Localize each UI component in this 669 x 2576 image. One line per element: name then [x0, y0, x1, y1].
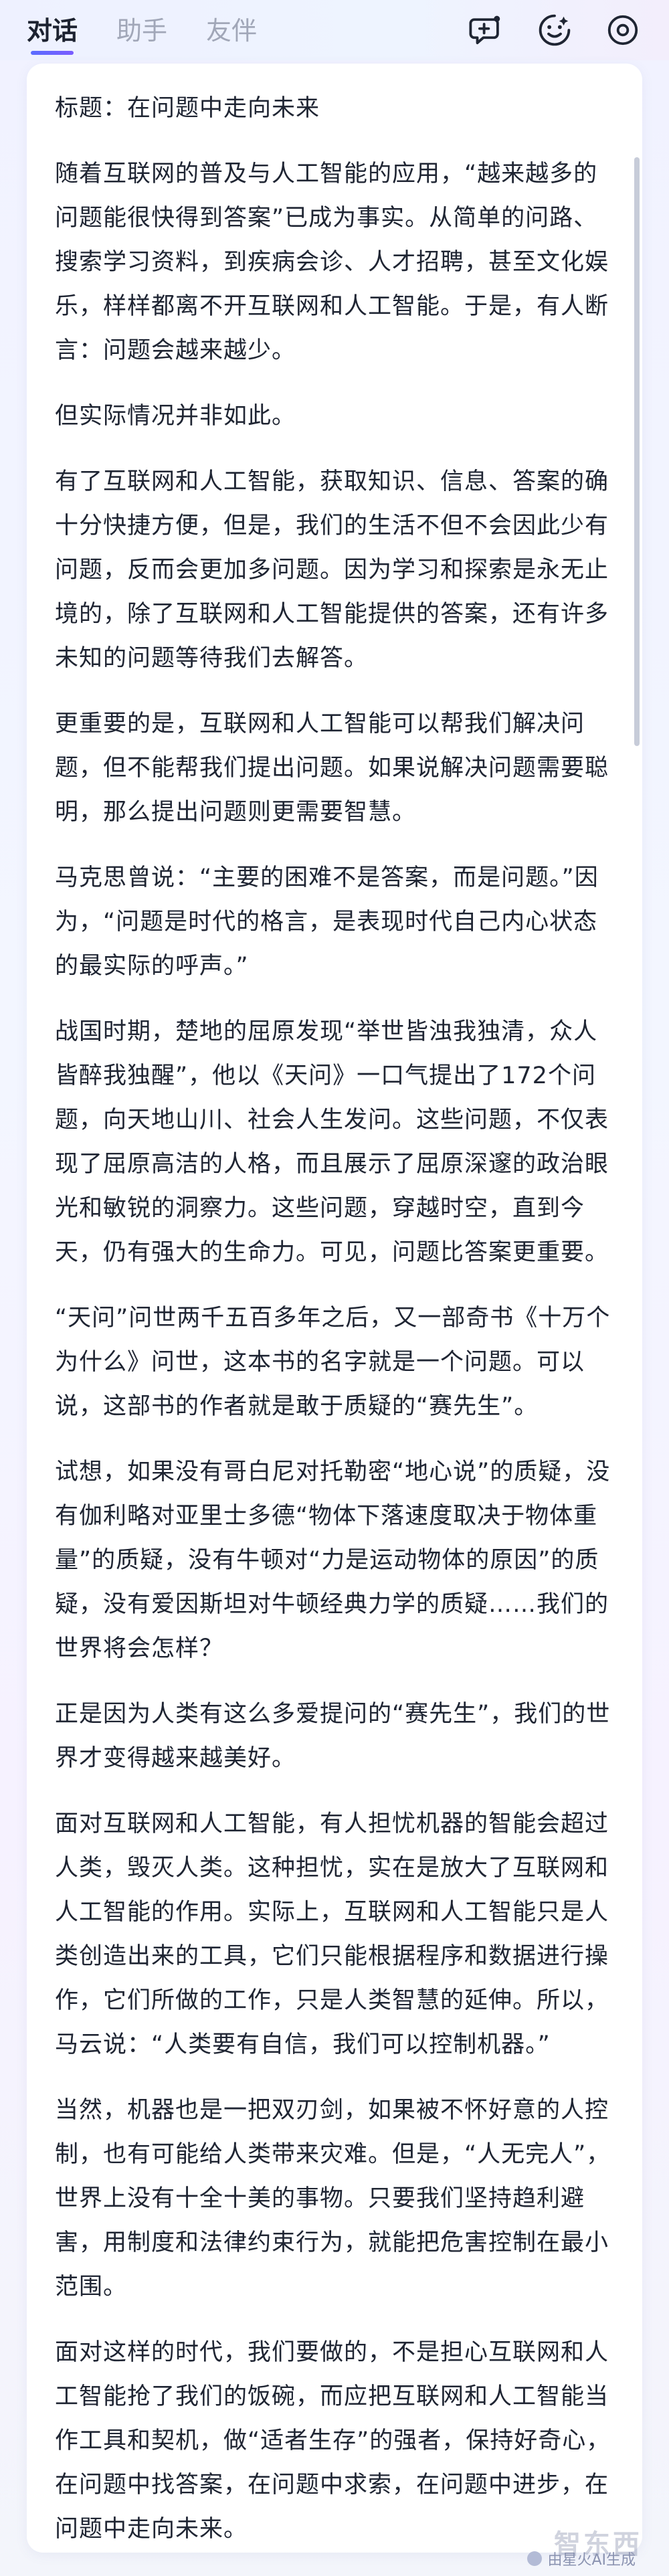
- paragraph: 有了互联网和人工智能，获取知识、信息、答案的确十分快捷方便，但是，我们的生活不但…: [55, 468, 609, 672]
- paragraph: 马克思曾说：“主要的困难不是答案，而是问题。”因为，“问题是时代的格言，是表现时…: [55, 864, 599, 980]
- tab-companion[interactable]: 友伴: [206, 10, 257, 51]
- article-title: 标题：在问题中走向未来: [55, 95, 320, 122]
- paragraph: 但实际情况并非如此。: [55, 403, 296, 430]
- article-content: 标题：在问题中走向未来 随着互联网的普及与人工智能的应用，“越来越多的问题能很快…: [27, 64, 642, 2551]
- paragraph: 正是因为人类有这么多爱提问的“赛先生”，我们的世界才变得越来越美好。: [55, 1701, 611, 1772]
- paragraph: “天问”问世两千五百多年之后，又一部奇书《十万个为什么》问世，这本书的名字就是一…: [55, 1305, 611, 1420]
- tab-assistant[interactable]: 助手: [116, 10, 167, 51]
- assistant-face-icon: [539, 14, 571, 46]
- paragraph: 面对互联网和人工智能，有人担忧机器的智能会超过人类，毁灭人类。这种担忧，实在是放…: [55, 1811, 609, 2058]
- header-actions: [438, 11, 642, 50]
- ai-credit: 由星火AI生成: [527, 2548, 636, 2569]
- tab-group: 对话 助手 友伴: [27, 10, 296, 55]
- tab-chat[interactable]: 对话: [27, 10, 78, 55]
- paragraph: 更重要的是，互联网和人工智能可以帮我们解决问题，但不能帮我们提出问题。如果说解决…: [55, 711, 609, 826]
- assistant-face-button[interactable]: [535, 11, 574, 50]
- paragraph: 面对这样的时代，我们要做的，不是担心互联网和人工智能抢了我们的饭碗，而应把互联网…: [55, 2339, 611, 2543]
- scrollbar[interactable]: [634, 157, 640, 746]
- paragraph: 试想，如果没有哥白尼对托勒密“地心说”的质疑，没有伽利略对亚里士多德“物体下落速…: [55, 1459, 611, 1662]
- paragraph: 随着互联网的普及与人工智能的应用，“越来越多的问题能很快得到答案”已成为事实。从…: [55, 161, 609, 364]
- paragraph: 战国时期，楚地的屈原发现“举世皆浊我独清，众人皆醉我独醒”，他以《天问》一口气提…: [55, 1018, 609, 1266]
- response-card: 标题：在问题中走向未来 随着互联网的普及与人工智能的应用，“越来越多的问题能很快…: [27, 64, 642, 2553]
- settings-button[interactable]: [603, 11, 642, 50]
- spark-logo-icon: [527, 2551, 543, 2566]
- top-navigation-bar: 对话 助手 友伴: [0, 0, 669, 60]
- paragraph: 当然，机器也是一把双刃剑，如果被不怀好意的人控制，也有可能给人类带来灾难。但是，…: [55, 2097, 611, 2300]
- ai-credit-text: 由星火AI生成: [547, 2552, 636, 2569]
- new-chat-icon: [469, 15, 500, 45]
- settings-icon: [607, 15, 638, 45]
- new-chat-button[interactable]: [467, 11, 506, 50]
